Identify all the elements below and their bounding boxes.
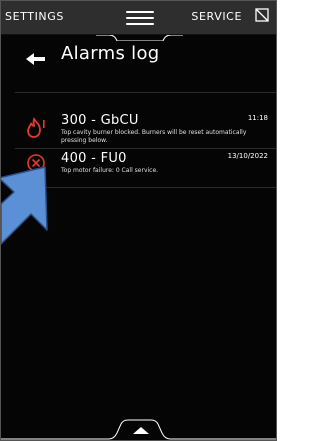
bottom-bar	[1, 410, 276, 440]
page-title: Alarms log	[61, 43, 160, 64]
settings-button[interactable]: SETTINGS	[5, 10, 64, 23]
alarm-code: 300 - GbCU	[61, 113, 139, 128]
alarm-list-item[interactable]: 300 - GbCU 11:18 Top cavity burner block…	[1, 111, 276, 149]
top-bar: SETTINGS SERVICE	[1, 1, 276, 41]
chevron-up-icon[interactable]	[129, 424, 153, 436]
wrench-square-icon[interactable]	[254, 7, 270, 23]
pointer-arrow-icon	[1, 166, 48, 245]
alarm-time: 13/10/2022	[227, 152, 268, 160]
alarm-description: Top motor failure: 0 Call service.	[61, 167, 159, 174]
flame-icon	[27, 117, 45, 138]
service-button[interactable]: SERVICE	[191, 10, 242, 23]
back-arrow-icon[interactable]	[26, 51, 46, 67]
alarm-description: Top cavity burner blocked. Burners will …	[61, 129, 247, 144]
header-divider	[15, 92, 276, 93]
hamburger-icon[interactable]	[126, 11, 154, 25]
device-screen: SETTINGS SERVICE Alarms log 300 - GbCU 1…	[0, 0, 277, 441]
alarm-time: 11:18	[247, 114, 268, 122]
